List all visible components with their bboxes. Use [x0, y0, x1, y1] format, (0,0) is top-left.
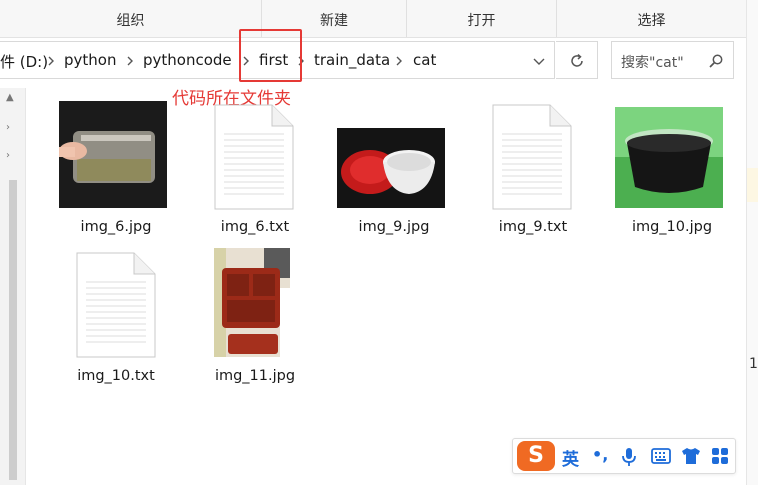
ribbon-group-organize[interactable]: 组织: [0, 0, 262, 37]
ribbon-group-label: 选择: [637, 13, 666, 29]
image-thumbnail[interactable]: [214, 248, 290, 357]
file-name[interactable]: img_9.jpg: [335, 219, 453, 235]
punctuation-toggle[interactable]: •,: [592, 445, 608, 464]
file-name[interactable]: img_6.txt: [196, 219, 314, 235]
expand-arrow-icon[interactable]: ›: [6, 122, 10, 133]
file-name[interactable]: img_10.txt: [57, 368, 175, 384]
ribbon: 组织 新建 打开 选择: [0, 0, 746, 38]
file-name[interactable]: img_10.jpg: [613, 219, 731, 235]
partial-text: 1: [749, 356, 758, 372]
chevron-right-icon[interactable]: [125, 56, 135, 66]
chevron-down-icon[interactable]: [528, 52, 550, 72]
highlight-band: [747, 168, 758, 202]
search-icon[interactable]: [708, 53, 724, 73]
keyboard-icon[interactable]: [651, 447, 671, 469]
image-thumbnail[interactable]: [337, 128, 445, 208]
file-name[interactable]: img_6.jpg: [57, 219, 175, 235]
breadcrumb-python[interactable]: python: [64, 51, 116, 69]
image-thumbnail[interactable]: [615, 107, 723, 208]
scroll-up-icon[interactable]: ▲: [6, 92, 14, 103]
breadcrumb-cat[interactable]: cat: [413, 51, 436, 69]
text-document-icon[interactable]: [492, 104, 572, 214]
ribbon-group-label: 新建: [320, 13, 348, 29]
refresh-icon: [571, 53, 583, 67]
skin-icon[interactable]: [681, 447, 701, 469]
highlight-box: [239, 29, 302, 82]
ime-toolbar[interactable]: S 英 •,: [512, 438, 736, 474]
chevron-right-icon[interactable]: [46, 56, 56, 66]
refresh-button[interactable]: [556, 41, 598, 79]
toolbox-icon[interactable]: [711, 447, 729, 469]
ribbon-group-label: 打开: [467, 13, 496, 29]
expand-arrow-icon[interactable]: ›: [6, 150, 10, 161]
file-name[interactable]: img_11.jpg: [196, 368, 314, 384]
search-box[interactable]: 搜索"cat": [611, 41, 734, 79]
search-placeholder: 搜索"cat": [621, 55, 684, 71]
ribbon-group-label: 组织: [116, 13, 145, 29]
ime-logo[interactable]: S: [517, 441, 555, 471]
file-name[interactable]: img_9.txt: [474, 219, 592, 235]
breadcrumb-drive[interactable]: 件 (D:): [0, 51, 48, 72]
text-document-icon[interactable]: [76, 252, 156, 362]
language-toggle[interactable]: 英: [562, 445, 579, 470]
ribbon-group-select[interactable]: 选择: [557, 0, 746, 37]
text-document-icon[interactable]: [214, 104, 294, 214]
breadcrumb-train-data[interactable]: train_data: [314, 51, 390, 69]
microphone-icon[interactable]: [620, 447, 638, 471]
chevron-right-icon[interactable]: [394, 56, 404, 66]
image-thumbnail[interactable]: [59, 101, 167, 208]
ribbon-group-open[interactable]: 打开: [407, 0, 557, 37]
right-panel-edge: 1: [746, 0, 758, 485]
navigation-scrollbar[interactable]: [9, 180, 17, 480]
breadcrumb-pythoncode[interactable]: pythoncode: [143, 51, 232, 69]
